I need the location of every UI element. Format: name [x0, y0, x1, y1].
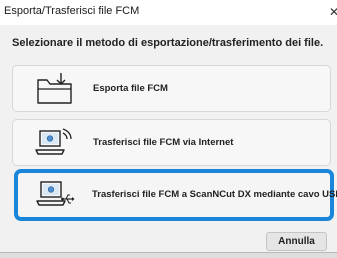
- window-title: Esporta/Trasferisci file FCM: [4, 5, 140, 17]
- export-fcm-option[interactable]: Esporta file FCM: [12, 65, 331, 112]
- instruction-text: Selezionare il metodo di esportazione/tr…: [12, 37, 324, 49]
- option-label: Trasferisci file FCM a ScanNCut DX media…: [92, 189, 337, 200]
- title-bar: Esporta/Trasferisci file FCM ✕: [0, 0, 337, 25]
- transfer-usb-option[interactable]: Trasferisci file FCM a ScanNCut DX media…: [14, 169, 337, 221]
- cancel-button[interactable]: Annulla: [266, 232, 327, 251]
- folder-export-icon: [37, 73, 72, 104]
- option-label: Trasferisci file FCM via Internet: [93, 137, 234, 148]
- laptop-usb-icon: [36, 181, 75, 206]
- close-icon[interactable]: ✕: [329, 3, 337, 21]
- transfer-internet-option[interactable]: Trasferisci file FCM via Internet: [12, 119, 331, 166]
- export-dialog: Esporta/Trasferisci file FCM ✕ Seleziona…: [0, 0, 337, 253]
- option-label: Esporta file FCM: [93, 83, 168, 94]
- laptop-wireless-icon: [35, 128, 72, 155]
